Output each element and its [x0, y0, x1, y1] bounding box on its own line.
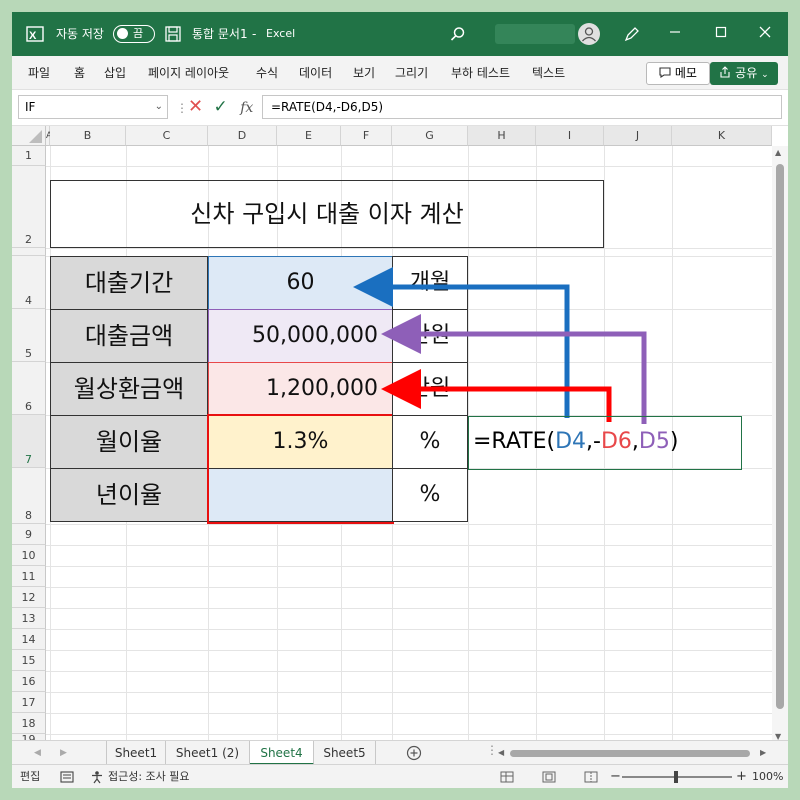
cancel-icon[interactable]: ✕ — [188, 96, 203, 117]
autosave-toggle[interactable]: 끔 — [113, 25, 155, 43]
user-icon — [582, 27, 596, 42]
formula-ref-d4: D4 — [555, 429, 587, 454]
comment-icon — [659, 67, 671, 79]
menu-formulas[interactable]: 수식 — [256, 56, 278, 90]
vertical-scrollbar[interactable]: ▲ ▼ — [772, 146, 788, 746]
toggle-knob — [117, 28, 128, 39]
formula-ref-d5: D5 — [638, 429, 670, 454]
arrow-blue — [353, 267, 570, 418]
title-separator: - — [252, 27, 257, 41]
tab-next-icon[interactable]: ▶ — [60, 741, 67, 765]
save-icon[interactable] — [165, 26, 181, 42]
menu-text[interactable]: 텍스트 — [532, 56, 565, 90]
macro-record-icon[interactable] — [60, 771, 74, 783]
pen-icon[interactable] — [624, 26, 640, 42]
fx-icon[interactable]: fx — [240, 100, 253, 116]
formula-sep2: , — [631, 429, 639, 454]
search-icon[interactable] — [450, 26, 466, 42]
minimize-button[interactable] — [652, 12, 698, 56]
more-options-icon[interactable]: ⋮ — [176, 101, 188, 115]
memo-button[interactable]: 메모 — [646, 62, 710, 85]
tab-prev-icon[interactable]: ◀ — [34, 741, 41, 765]
ribbon-menu: 파일 홈 삽입 페이지 레이아웃 수식 데이터 보기 그리기 부하 테스트 텍스… — [12, 56, 788, 90]
formula-sep1: ,- — [586, 429, 601, 454]
minimize-icon — [670, 31, 680, 33]
app-name: Excel — [266, 27, 296, 40]
account-name-blurred — [495, 24, 575, 44]
status-bar: 편집 접근성: 조사 필요 − + 100% — [12, 764, 788, 788]
excel-window: X 자동 저장 끔 통합 문서1 - Excel 파일 홈 삽입 페이지 레이아… — [12, 12, 788, 788]
zoom-level[interactable]: 100% — [752, 765, 783, 788]
formula-ref-d6: D6 — [600, 429, 632, 454]
scroll-up-icon[interactable]: ▲ — [775, 148, 781, 157]
document-title: 통합 문서1 — [192, 27, 248, 41]
title-bar: X 자동 저장 끔 통합 문서1 - Excel — [12, 12, 788, 56]
worksheet-grid[interactable]: ABCDEFGHIJK 1234567891011121314151617181… — [12, 126, 788, 747]
menu-insert[interactable]: 삽입 — [104, 56, 126, 90]
maximize-icon — [715, 26, 727, 38]
menu-data[interactable]: 데이터 — [299, 56, 332, 90]
tab-splitter-icon[interactable]: ⋮ — [486, 743, 498, 757]
check-icon[interactable]: ✓ — [214, 97, 228, 117]
menu-file[interactable]: 파일 — [28, 56, 50, 90]
formula-controls: ✕ ✓ fx — [188, 95, 253, 120]
formula-bar: IF ⌄ ⋮ ✕ ✓ fx =RATE(D4,-D6,D5) — [12, 90, 788, 126]
accessibility-status[interactable]: 접근성: 조사 필요 — [108, 765, 190, 788]
normal-view-icon[interactable] — [500, 771, 514, 783]
memo-label: 메모 — [674, 66, 697, 80]
name-box[interactable]: IF ⌄ — [18, 95, 168, 119]
tab-sheet1-2[interactable]: Sheet1 (2) — [166, 741, 250, 765]
avatar[interactable] — [578, 23, 600, 45]
accessibility-icon[interactable] — [90, 770, 104, 784]
menu-load-test[interactable]: 부하 테스트 — [451, 56, 510, 90]
formula-edit-cell[interactable]: =RATE(D4,-D6,D5) — [468, 416, 742, 470]
formula-prefix: =RATE( — [473, 429, 556, 454]
zoom-slider-knob[interactable] — [674, 771, 678, 783]
add-sheet-icon[interactable] — [406, 745, 422, 761]
arrow-purple — [381, 314, 647, 424]
tab-sheet5[interactable]: Sheet5 — [314, 741, 376, 765]
zoom-in-icon[interactable]: + — [736, 765, 747, 788]
share-button[interactable]: 공유 ⌄ — [710, 62, 778, 85]
page-layout-view-icon[interactable] — [542, 771, 556, 783]
hscroll-left-icon[interactable]: ◀ — [498, 741, 504, 765]
chevron-down-icon[interactable]: ⌄ — [155, 96, 163, 118]
page-break-view-icon[interactable] — [584, 771, 598, 783]
autosave-label: 자동 저장 — [56, 27, 104, 41]
horizontal-scroll-thumb[interactable] — [510, 750, 750, 757]
chevron-down-icon: ⌄ — [761, 70, 769, 80]
svg-text:X: X — [29, 30, 37, 42]
menu-home[interactable]: 홈 — [74, 56, 85, 90]
maximize-button[interactable] — [698, 12, 744, 56]
autosave-state: 끔 — [133, 27, 144, 40]
status-mode: 편집 — [20, 770, 41, 783]
hscroll-right-icon[interactable]: ▶ — [760, 741, 766, 765]
excel-logo-icon: X — [26, 26, 44, 42]
formula-suffix: ) — [669, 429, 679, 454]
menu-view[interactable]: 보기 — [353, 56, 375, 90]
formula-input[interactable]: =RATE(D4,-D6,D5) — [262, 95, 782, 119]
tab-sheet4[interactable]: Sheet4 — [250, 741, 314, 765]
share-label: 공유 — [735, 66, 758, 80]
close-button[interactable] — [742, 12, 788, 56]
zoom-out-icon[interactable]: − — [610, 765, 621, 788]
scroll-thumb[interactable] — [776, 164, 784, 709]
close-icon — [759, 26, 771, 38]
menu-page-layout[interactable]: 페이지 레이아웃 — [148, 56, 229, 90]
share-icon — [720, 66, 730, 78]
sheet-tab-bar: ◀ ▶ Sheet1 Sheet1 (2) Sheet4 Sheet5 ⋮ ◀ … — [12, 740, 788, 765]
menu-draw[interactable]: 그리기 — [395, 56, 428, 90]
name-box-value: IF — [25, 100, 36, 114]
tab-sheet1[interactable]: Sheet1 — [106, 741, 166, 765]
